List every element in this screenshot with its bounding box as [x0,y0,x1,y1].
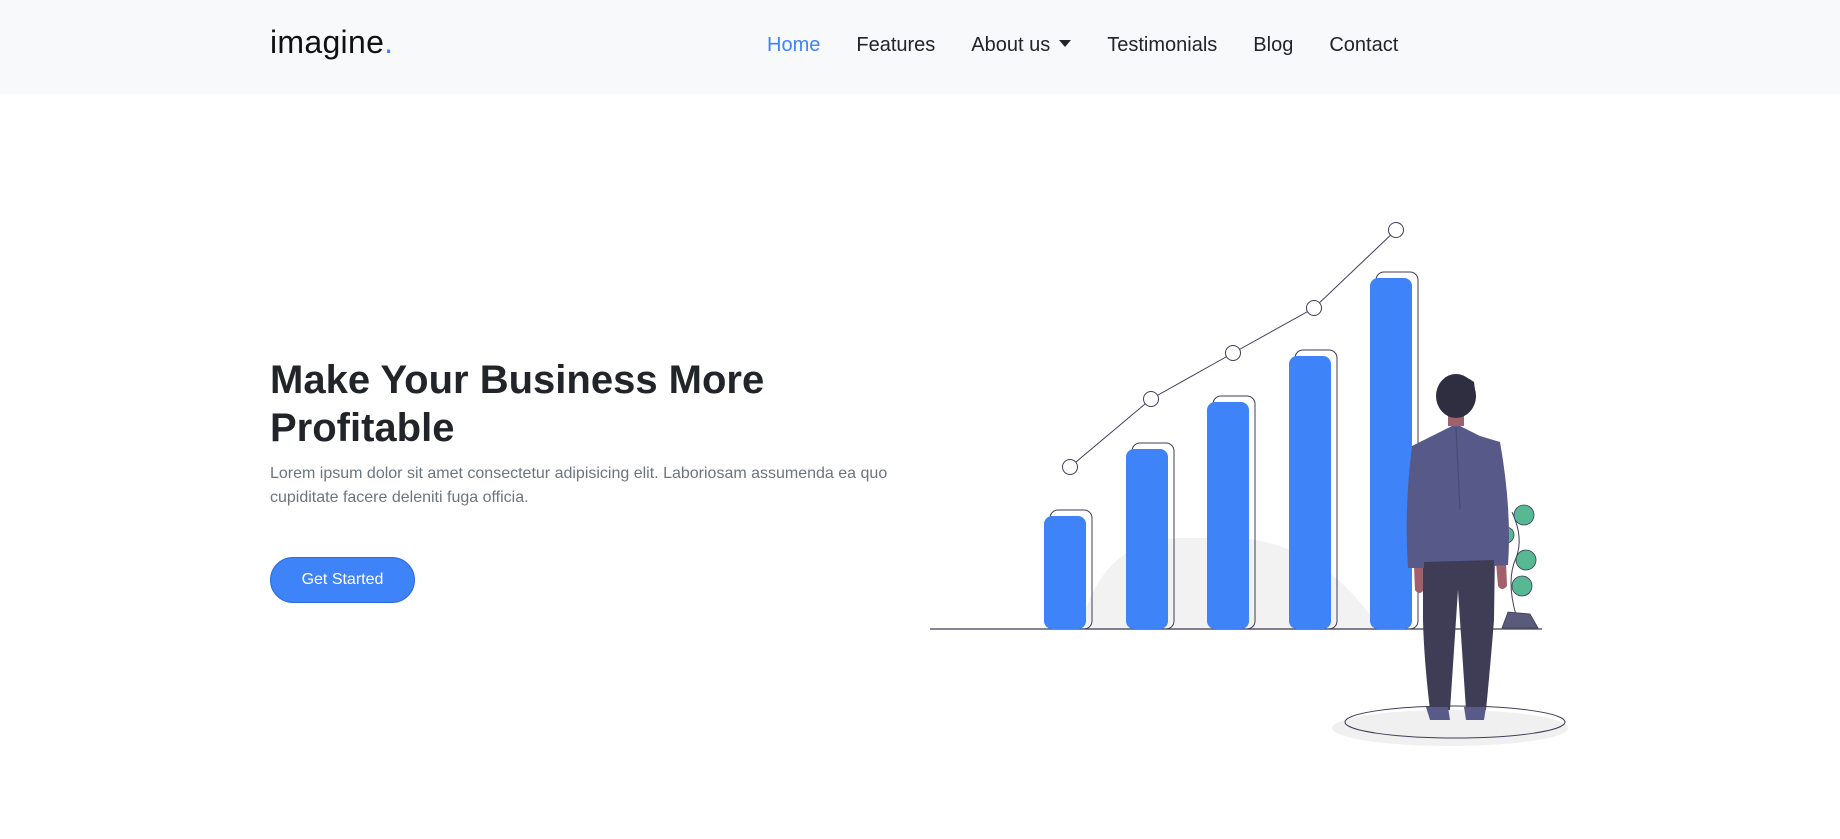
bar-3 [1207,395,1256,630]
bar-1 [1044,509,1093,630]
brand-dot: . [384,24,394,60]
nav-item-about-us[interactable]: About us [971,34,1072,57]
navbar: imagine. Home Features About us Testimon… [0,0,1840,94]
nav-item-about-us-label: About us [971,34,1051,56]
nav-item-contact[interactable]: Contact [1329,34,1398,57]
nav-item-blog[interactable]: Blog [1253,34,1293,57]
ground-shadow [1332,710,1568,746]
hero-description: Lorem ipsum dolor sit amet consectetur a… [270,465,888,506]
bar-5 [1370,271,1419,630]
person-figure [1406,374,1509,720]
nav-item-home[interactable]: Home [767,34,820,57]
get-started-button[interactable]: Get Started [270,557,415,603]
brand-name: imagine [270,24,385,60]
nav-item-testimonials[interactable]: Testimonials [1107,34,1217,57]
growth-chart-illustration [930,222,1568,746]
caret-down-icon [1059,40,1072,47]
nav-item-features[interactable]: Features [856,34,935,57]
hero-title: Make Your Business More Profitable [270,358,765,450]
bar-4 [1289,349,1338,630]
bar-2 [1126,442,1175,630]
main-nav: Home Features About us Testimonials Blog… [767,34,1398,57]
brand-logo[interactable]: imagine. [270,24,393,61]
